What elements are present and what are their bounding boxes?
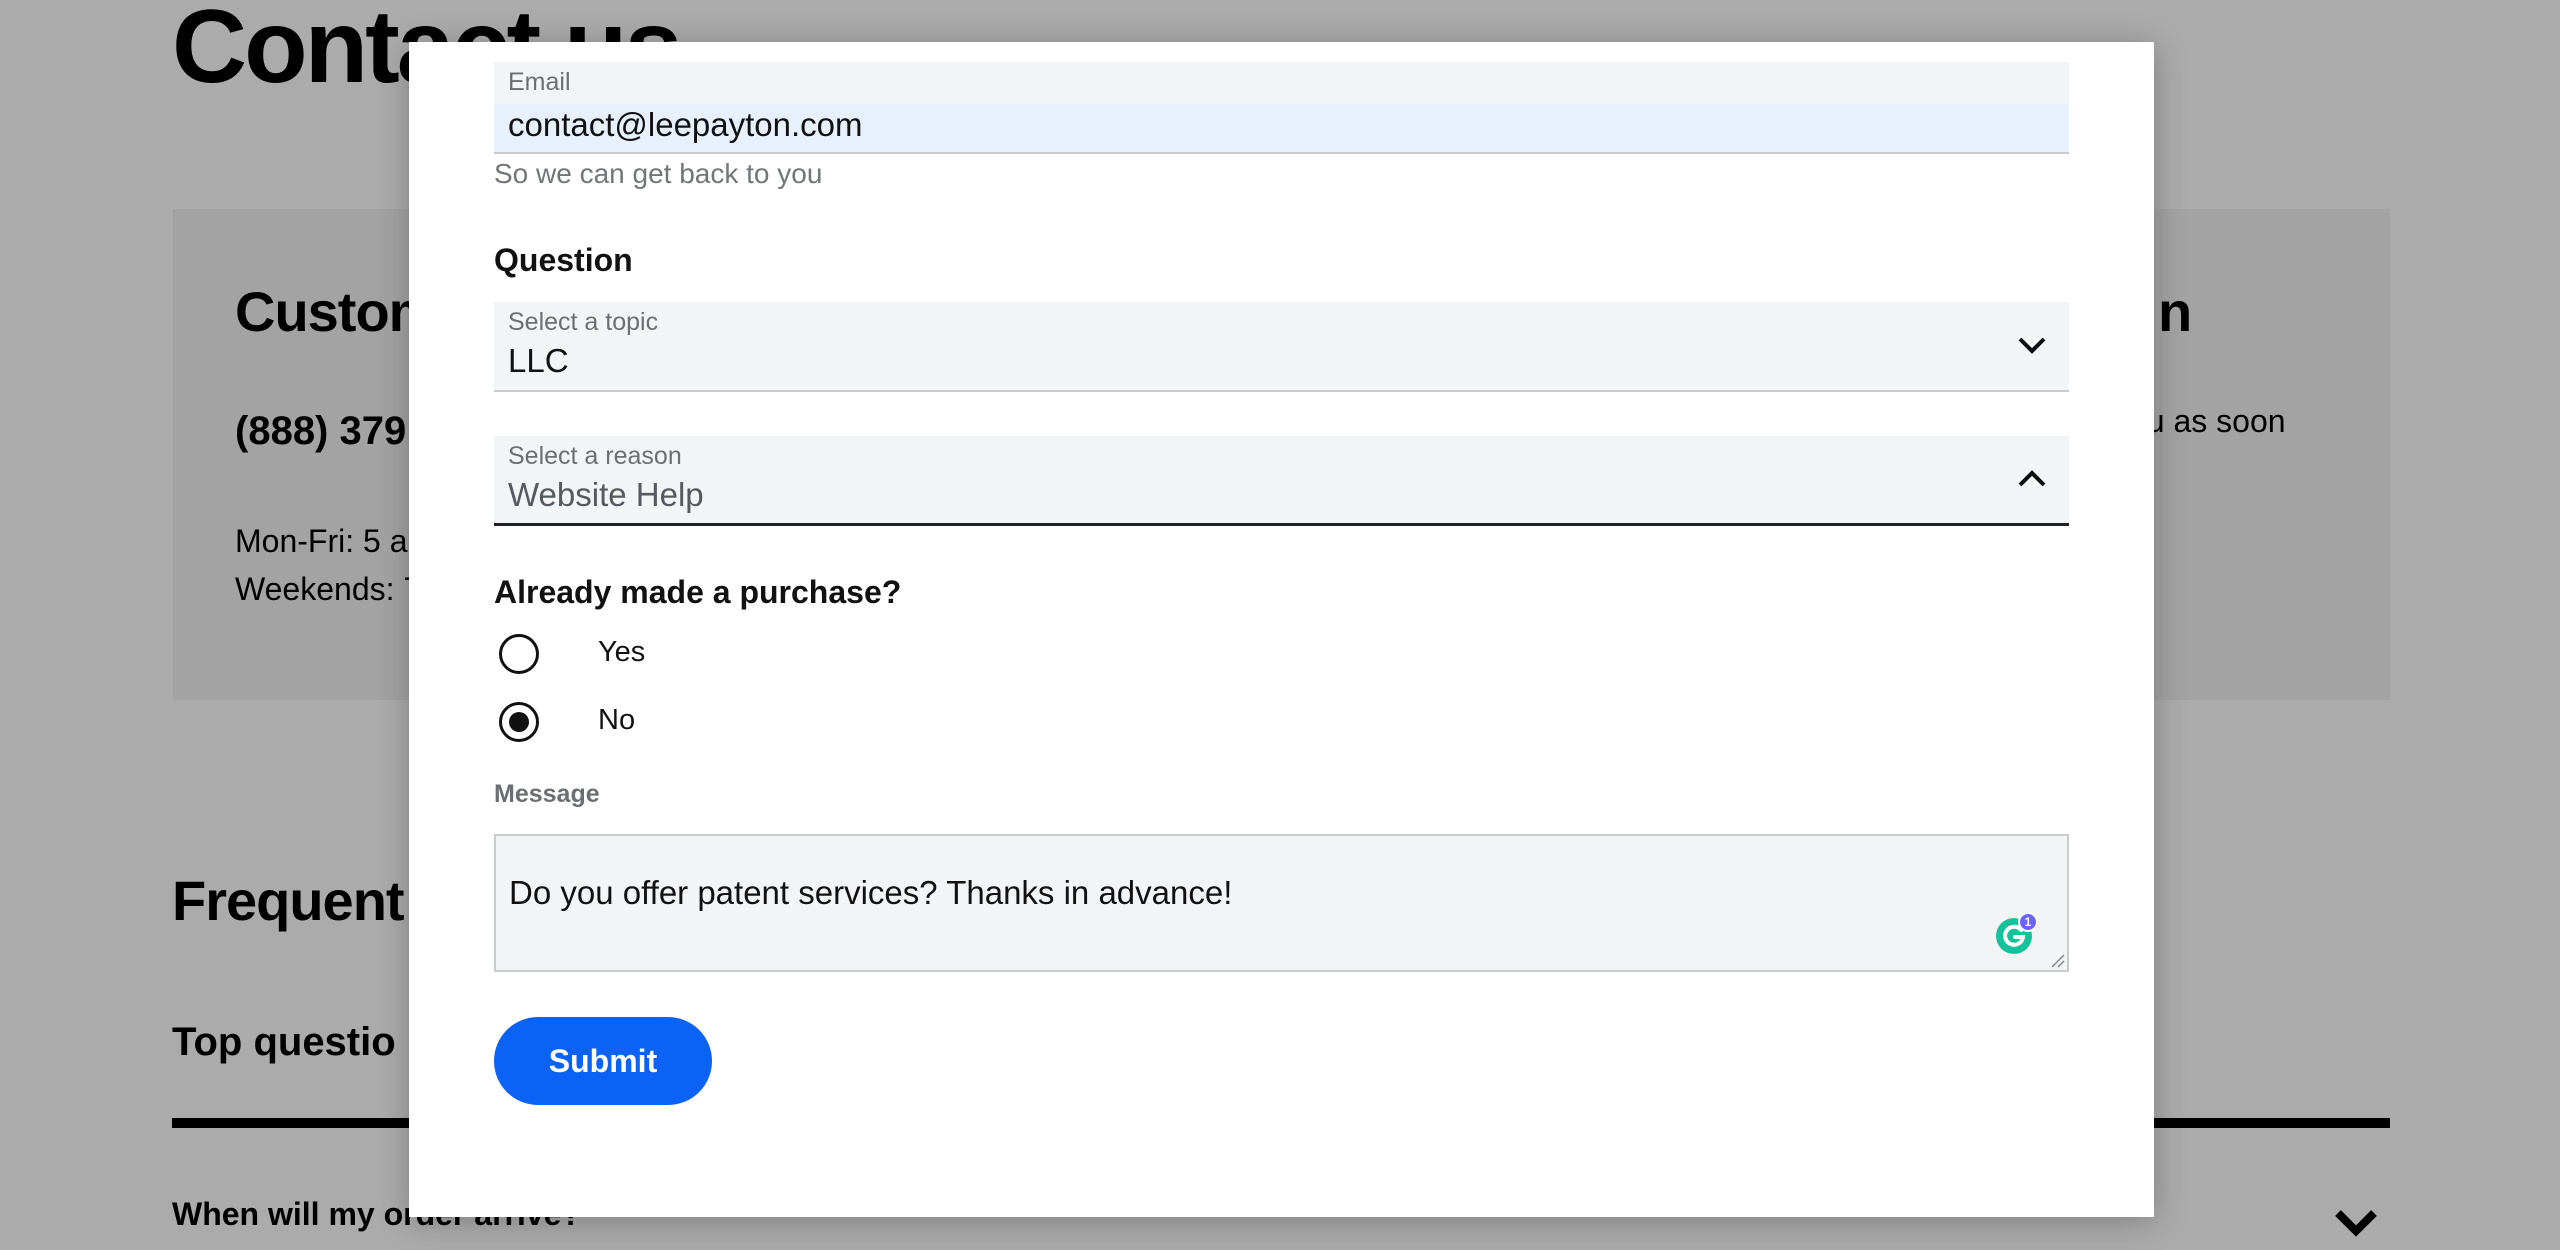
topic-value: LLC (508, 342, 569, 379)
grammarly-icon[interactable]: 1 (1995, 913, 2037, 955)
message-value[interactable]: Do you offer patent services? Thanks in … (509, 874, 1232, 912)
reason-value: Website Help (508, 476, 704, 513)
resize-handle-icon[interactable] (2049, 952, 2065, 968)
radio-yes-circle[interactable] (499, 634, 539, 674)
topic-label: Select a topic (508, 308, 659, 336)
purchase-label: Already made a purchase? (494, 574, 902, 610)
grammarly-badge-count: 1 (2025, 915, 2032, 929)
email-helper-text: So we can get back to you (494, 158, 823, 189)
radio-no-circle[interactable] (499, 702, 539, 742)
radio-no-label[interactable]: No (598, 704, 635, 737)
message-textarea[interactable]: Do you offer patent services? Thanks in … (494, 834, 2069, 972)
email-field[interactable]: Email contact@leepayton.com (494, 62, 2069, 154)
radio-yes[interactable]: Yes (499, 634, 899, 684)
contact-form-modal: Email contact@leepayton.com So we can ge… (409, 42, 2154, 1217)
message-label: Message (494, 780, 600, 808)
submit-button[interactable]: Submit (494, 1017, 712, 1105)
chevron-up-icon[interactable] (2017, 468, 2047, 490)
radio-no[interactable]: No (499, 702, 899, 752)
reason-label: Select a reason (508, 442, 682, 470)
question-label: Question (494, 242, 633, 278)
email-label: Email (508, 68, 571, 96)
reason-select[interactable]: Select a reason Website Help (494, 436, 2069, 526)
chevron-down-icon[interactable] (2017, 334, 2047, 356)
radio-yes-label[interactable]: Yes (598, 636, 645, 669)
topic-select[interactable]: Select a topic LLC (494, 302, 2069, 392)
email-value[interactable]: contact@leepayton.com (508, 106, 863, 144)
radio-selected-dot (509, 712, 529, 732)
